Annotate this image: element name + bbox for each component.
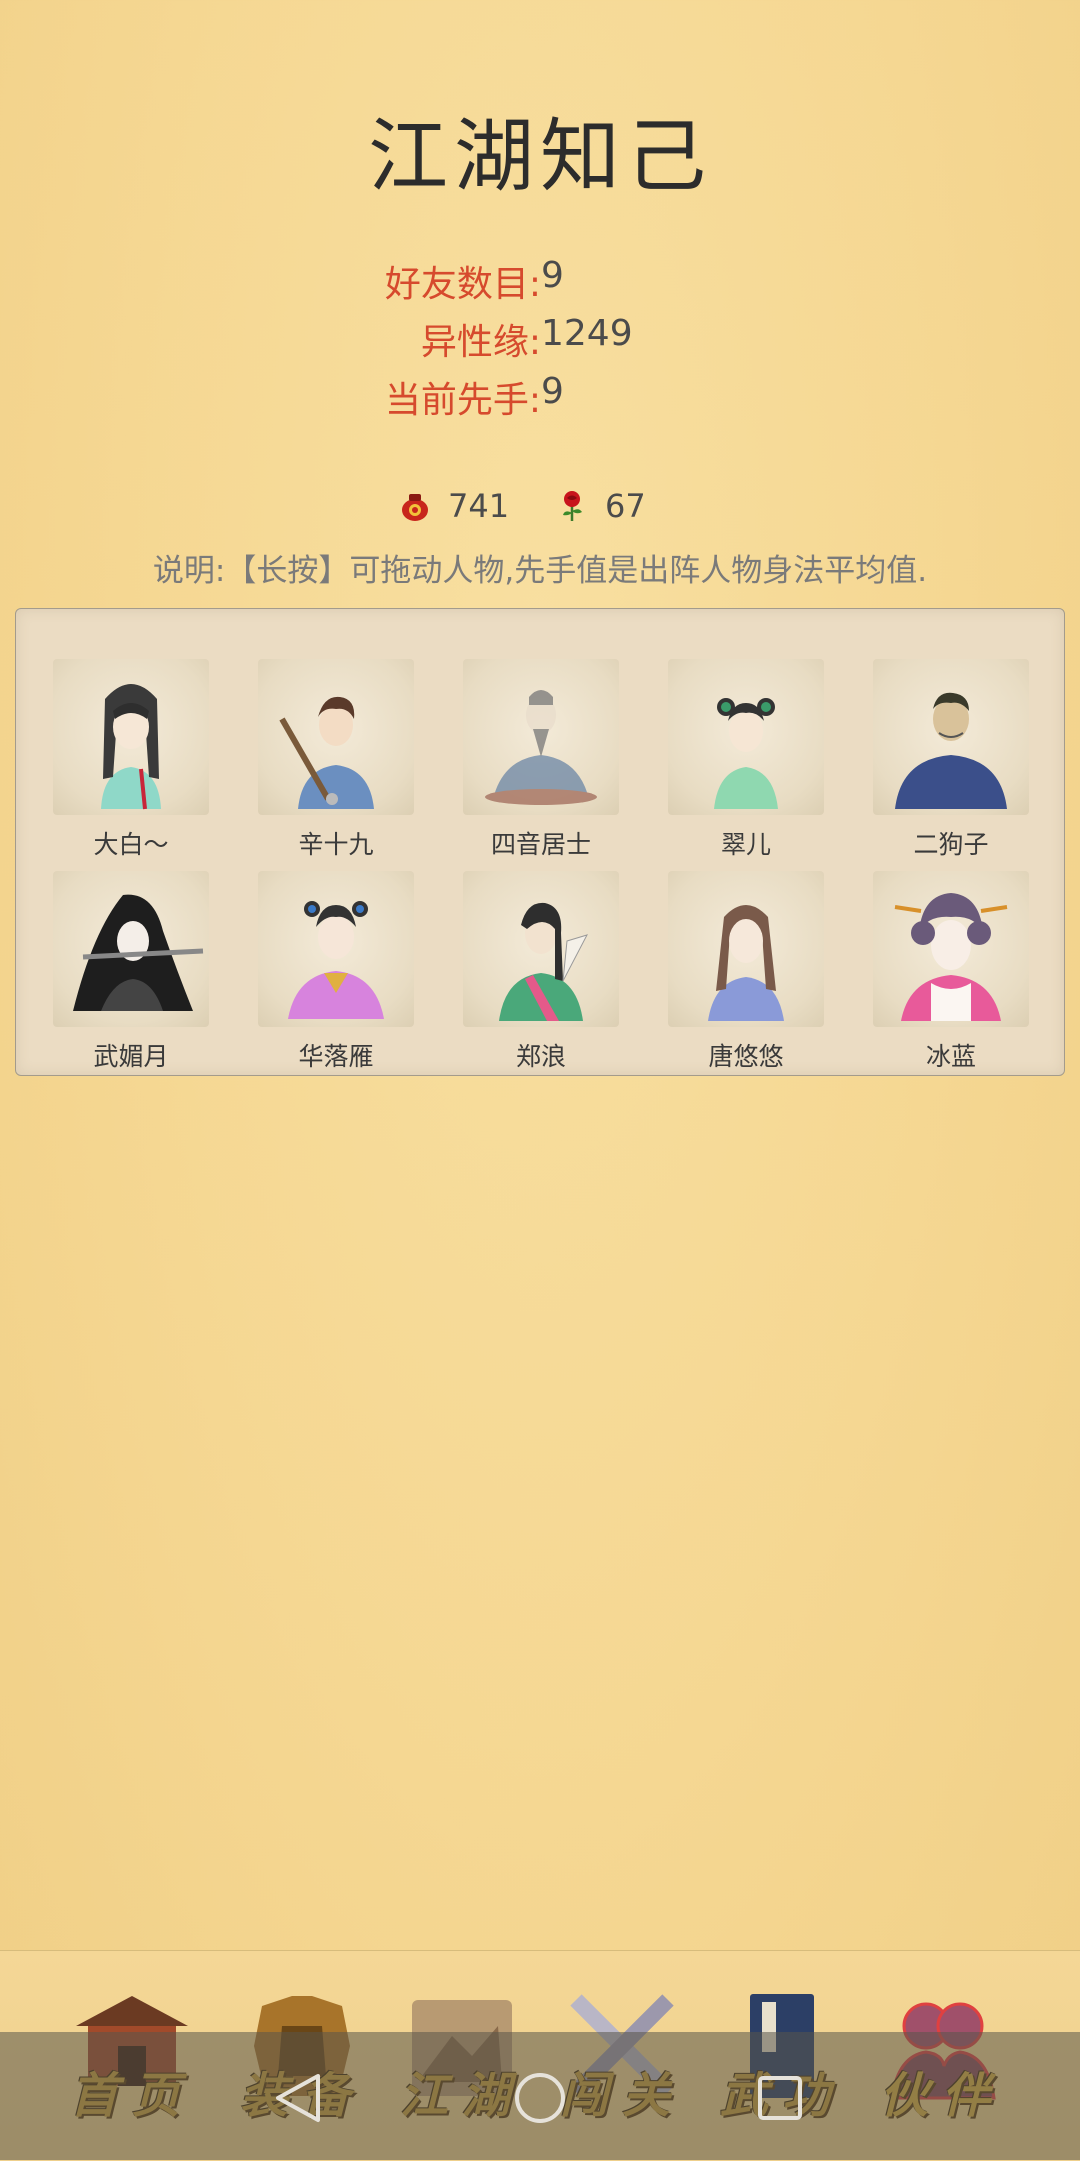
friend-name: 唐悠悠 [708, 1042, 784, 1071]
friend-card-wumeiyue[interactable]: 武媚月 [51, 871, 211, 1071]
friend-portrait [463, 871, 619, 1027]
friend-card-ergouzi[interactable]: 二狗子 [871, 659, 1031, 859]
friend-card-zhenglang[interactable]: 郑浪 [461, 871, 621, 1071]
friend-portrait [53, 871, 209, 1027]
back-triangle-icon[interactable] [270, 2070, 326, 2126]
page-title: 江湖知己 [368, 110, 712, 203]
home-circle-icon[interactable] [512, 2070, 568, 2126]
friend-portrait [258, 659, 414, 815]
friend-portrait [53, 659, 209, 815]
instruction-note: 说明:【长按】可拖动人物,先手值是出阵人物身法平均值. [152, 553, 928, 589]
wine-jar-icon [402, 494, 428, 521]
friend-card-tangyouyou[interactable]: 唐悠悠 [666, 871, 826, 1071]
friend-name: 四音居士 [490, 830, 591, 859]
system-nav-bar [0, 2032, 1080, 2160]
stat-value: 9 [541, 255, 564, 296]
wine-resource: 741 [398, 487, 509, 525]
friend-portrait [873, 659, 1029, 815]
stat-value: 1249 [541, 313, 633, 354]
friend-card-siyinjushi[interactable]: 四音居士 [461, 659, 621, 859]
stat-value: 9 [541, 371, 564, 412]
friend-name: 华落雁 [298, 1042, 374, 1071]
stat-initiative: 当前先手: 9 [0, 371, 1080, 429]
friend-name: 郑浪 [515, 1042, 566, 1071]
resource-bar: 741 67 [0, 487, 1080, 535]
friend-card-dabai[interactable]: 大白～ [51, 659, 211, 859]
friend-portrait [258, 871, 414, 1027]
friend-portrait [668, 871, 824, 1027]
friend-name: 冰蓝 [925, 1042, 976, 1071]
recents-square-icon[interactable] [752, 2070, 808, 2126]
rose-count: 67 [605, 487, 646, 525]
friend-portrait [873, 871, 1029, 1027]
rose-icon [563, 491, 582, 521]
wine-count: 741 [448, 487, 510, 525]
friend-portrait [463, 659, 619, 815]
stat-label: 当前先手: [384, 380, 541, 421]
stat-charm: 异性缘: 1249 [0, 313, 1080, 371]
friend-name: 二狗子 [913, 830, 989, 859]
stat-friend-count: 好友数目: 9 [0, 255, 1080, 313]
rose-resource: 67 [555, 487, 646, 525]
friend-card-binglan[interactable]: 冰蓝 [871, 871, 1031, 1071]
friend-name: 辛十九 [298, 830, 374, 859]
friend-card-hualuoyan[interactable]: 华落雁 [256, 871, 416, 1071]
stat-label: 异性缘: [420, 322, 541, 363]
friend-card-xinshijiu[interactable]: 辛十九 [256, 659, 416, 859]
friend-name: 翠儿 [720, 830, 771, 859]
stat-label: 好友数目: [384, 264, 541, 305]
friends-grid: 大白～ 辛十九 四音居士 翠儿 二狗子 武媚月 华落雁 郑浪 唐悠悠 冰蓝 [15, 608, 1065, 1076]
friend-card-cuier[interactable]: 翠儿 [666, 659, 826, 859]
friend-name: 武媚月 [93, 1042, 169, 1071]
friend-name: 大白～ [93, 830, 169, 859]
friend-portrait [668, 659, 824, 815]
